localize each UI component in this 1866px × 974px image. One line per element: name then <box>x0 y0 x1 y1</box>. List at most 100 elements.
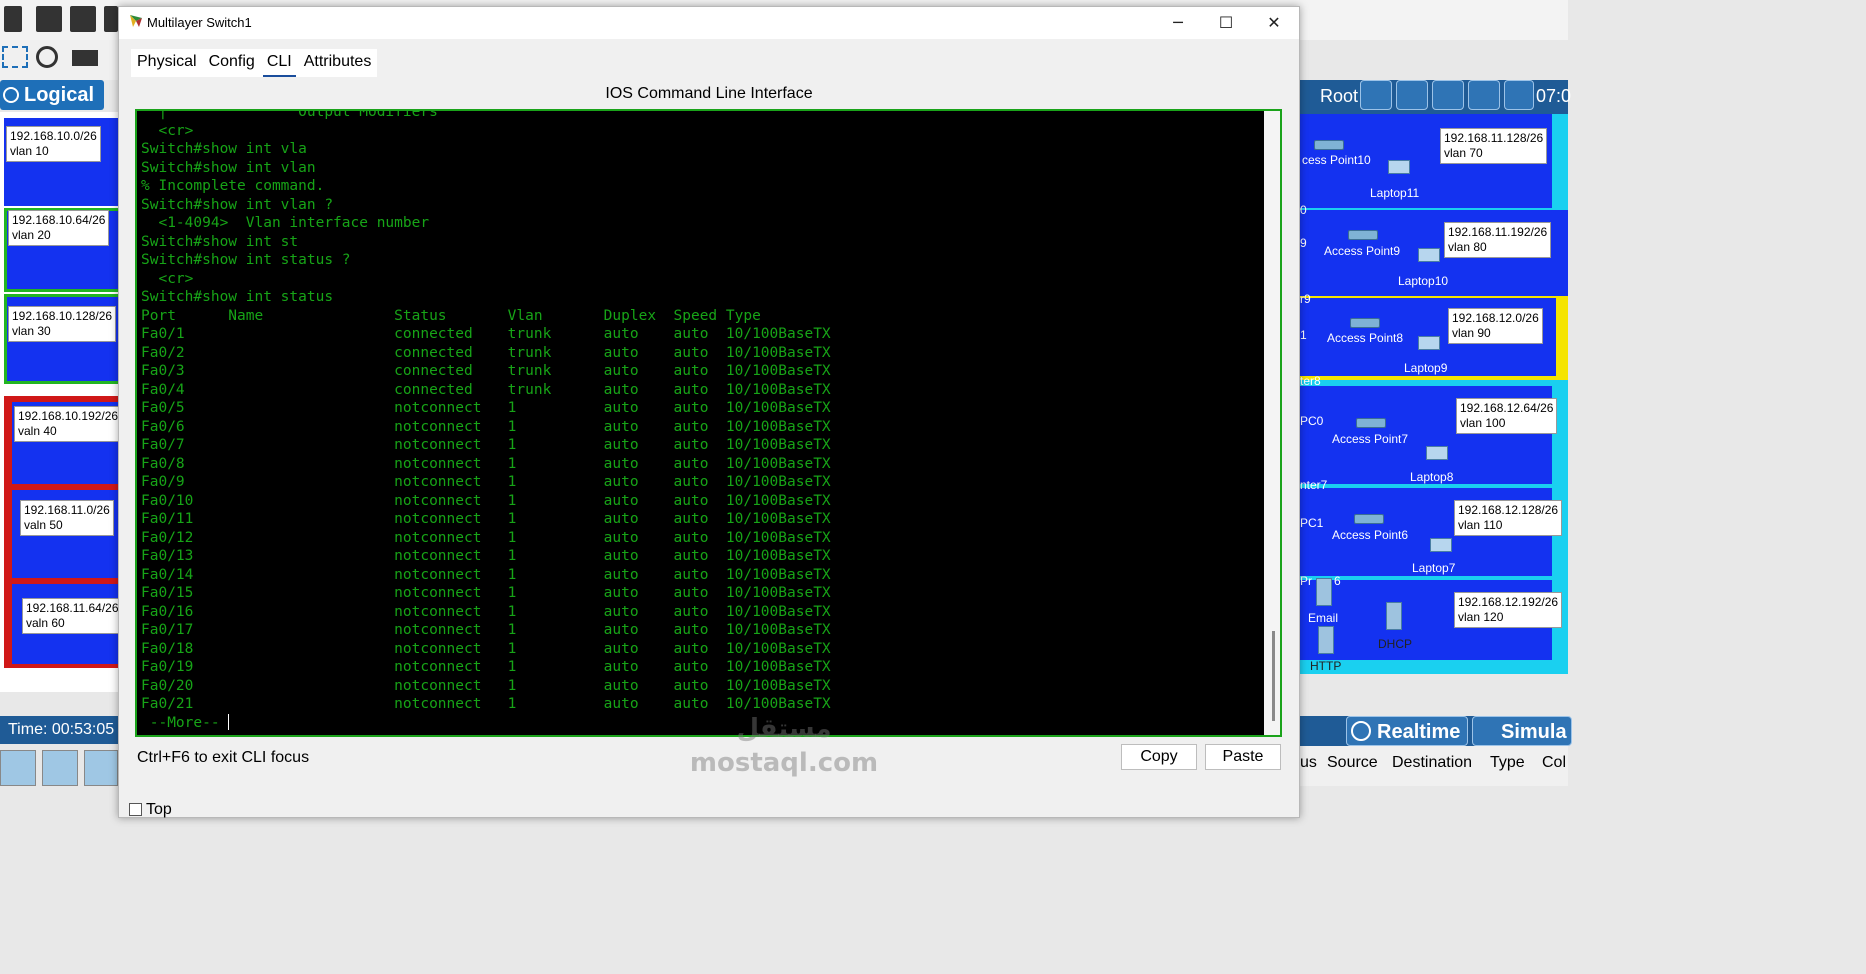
access-point-icon[interactable] <box>1350 318 1380 328</box>
device-label: 1 <box>1300 328 1307 342</box>
access-point-icon[interactable] <box>1348 230 1378 240</box>
always-on-top-label: Top <box>146 801 172 818</box>
device-label: Access Point8 <box>1327 331 1404 345</box>
device-label: Access Point7 <box>1332 432 1409 446</box>
subnet-label: 192.168.12.64/26 vlan 100 <box>1456 398 1558 434</box>
terminal-output: | Output Modifiers <cr> Switch#show int v… <box>141 111 1261 732</box>
device-label: Access Point9 <box>1324 244 1401 258</box>
laptop-icon[interactable] <box>1388 160 1410 174</box>
close-button[interactable]: ✕ <box>1251 7 1297 39</box>
simulation-time: Time: 00:53:05 <box>0 716 120 744</box>
always-on-top-checkbox[interactable] <box>129 803 142 816</box>
clock-label: 07:0 <box>1536 86 1572 106</box>
device-label: PC1 <box>1300 516 1324 530</box>
subnet-label: 192.168.11.0/26 valn 50 <box>20 500 114 536</box>
device-label: ter8 <box>1300 374 1321 388</box>
terminal-line: Switch#show int vlan ? <box>141 196 334 213</box>
paste-button[interactable]: Paste <box>1205 744 1281 770</box>
subnet-label: 192.168.10.192/26 valn 40 <box>14 406 123 442</box>
tab-attributes[interactable]: Attributes <box>298 49 378 77</box>
access-point-icon[interactable] <box>1314 140 1344 150</box>
laptop-icon[interactable] <box>1426 446 1448 460</box>
terminal-line: Fa0/21 notconnect 1 auto auto 10/100Base… <box>141 696 831 712</box>
device-label: 0 <box>1300 203 1307 217</box>
terminal-line: Switch#show int vlan <box>141 159 316 176</box>
cloud-icon[interactable] <box>1396 80 1428 110</box>
device-tabs: Physical Config CLI Attributes <box>131 49 378 77</box>
device-label: DHCP <box>1378 637 1413 651</box>
end-devices-icon[interactable] <box>42 750 78 786</box>
tab-physical[interactable]: Physical <box>131 49 203 77</box>
device-window: Multilayer Switch1 ─ ☐ ✕ Physical Config… <box>118 6 1300 818</box>
realtime-mode-button[interactable]: Realtime <box>1346 716 1468 746</box>
new-file-icon[interactable] <box>4 6 22 32</box>
device-label: Laptop11 <box>1370 186 1420 200</box>
minimize-button[interactable]: ─ <box>1155 7 1201 39</box>
device-label: PC0 <box>1300 414 1324 428</box>
background-image-icon[interactable] <box>1468 80 1500 110</box>
edit-toolbar <box>0 40 120 80</box>
http-server-icon[interactable] <box>1318 626 1334 654</box>
viewport-icon[interactable] <box>1504 80 1534 110</box>
device-label: nter7 <box>1300 478 1328 492</box>
terminal-line: <1-4094> Vlan interface number <box>141 215 430 231</box>
subnet-label: 192.168.11.128/26 vlan 70 <box>1440 128 1548 164</box>
terminal-line: Fa0/16 notconnect 1 auto auto 10/100Base… <box>141 603 831 620</box>
terminal-line: Fa0/1 connected trunk auto auto 10/100Ba… <box>141 326 831 342</box>
terminal-line: Fa0/11 notconnect 1 auto auto 10/100Base… <box>141 511 831 527</box>
save-icon[interactable] <box>70 6 96 32</box>
access-point-icon[interactable] <box>1354 514 1384 524</box>
laptop-icon[interactable] <box>1418 336 1440 350</box>
access-point-icon[interactable] <box>1356 418 1386 428</box>
terminal-line: Fa0/17 notconnect 1 auto auto 10/100Base… <box>141 622 831 638</box>
device-label: Email <box>1308 611 1339 625</box>
subnet-label: 192.168.10.64/26 vlan 20 <box>8 210 110 246</box>
dhcp-server-icon[interactable] <box>1386 602 1402 630</box>
network-devices-icon[interactable] <box>0 750 36 786</box>
move-icon[interactable] <box>1432 80 1464 110</box>
delete-icon[interactable] <box>72 50 98 66</box>
print-icon[interactable] <box>104 6 118 32</box>
open-folder-icon[interactable] <box>36 6 62 32</box>
pdu-column-color[interactable]: Col <box>1542 754 1566 772</box>
device-label: Laptop9 <box>1404 361 1448 375</box>
copy-button[interactable]: Copy <box>1121 744 1197 770</box>
pdu-column-type[interactable]: Type <box>1490 754 1525 772</box>
subnet-label: 192.168.11.192/26 vlan 80 <box>1444 222 1552 258</box>
laptop-icon[interactable] <box>1418 248 1440 262</box>
root-label[interactable]: Root <box>1320 86 1358 107</box>
title-bar[interactable]: Multilayer Switch1 ─ ☐ ✕ <box>119 7 1299 39</box>
terminal-line: Switch#show int status <box>141 289 334 305</box>
terminal-line: Fa0/15 notconnect 1 auto auto 10/100Base… <box>141 585 831 601</box>
terminal-scrollbar[interactable] <box>1264 111 1280 735</box>
device-label: Laptop7 <box>1412 561 1456 575</box>
scrollbar-thumb[interactable] <box>1272 631 1275 721</box>
terminal-line: Fa0/10 notconnect 1 auto auto 10/100Base… <box>141 492 831 509</box>
laptop-icon[interactable] <box>1430 538 1452 552</box>
window-title: Multilayer Switch1 <box>147 15 252 30</box>
search-icon[interactable] <box>36 46 58 68</box>
select-icon[interactable] <box>2 46 28 68</box>
device-label: cess Point10 <box>1302 153 1371 167</box>
components-icon[interactable] <box>84 750 118 786</box>
terminal-line: Fa0/6 notconnect 1 auto auto 10/100BaseT… <box>141 418 831 435</box>
tab-cli[interactable]: CLI <box>261 49 298 77</box>
device-label: Access Point6 <box>1332 528 1409 542</box>
terminal-line: Fa0/8 notconnect 1 auto auto 10/100BaseT… <box>141 455 831 472</box>
device-label: Pr <box>1300 574 1312 588</box>
terminal-line: Fa0/4 connected trunk auto auto 10/100Ba… <box>141 381 831 398</box>
email-server-icon[interactable] <box>1316 578 1332 606</box>
pdu-column-source[interactable]: Source <box>1327 754 1378 772</box>
simulation-mode-button[interactable]: Simula <box>1472 716 1572 746</box>
subnet-label: 192.168.12.0/26 vlan 90 <box>1448 308 1543 344</box>
logical-view-button[interactable]: Logical <box>0 80 104 110</box>
device-label: HTTP <box>1310 659 1342 673</box>
back-icon[interactable] <box>1360 80 1392 110</box>
pdu-column-status[interactable]: us <box>1300 754 1317 772</box>
cli-terminal[interactable]: | Output Modifiers <cr> Switch#show int v… <box>135 109 1282 737</box>
tab-config[interactable]: Config <box>203 49 261 77</box>
terminal-line: <cr> <box>141 270 194 287</box>
maximize-button[interactable]: ☐ <box>1203 7 1249 39</box>
pdu-column-destination[interactable]: Destination <box>1392 754 1472 772</box>
terminal-line: % Incomplete command. <box>141 178 325 194</box>
